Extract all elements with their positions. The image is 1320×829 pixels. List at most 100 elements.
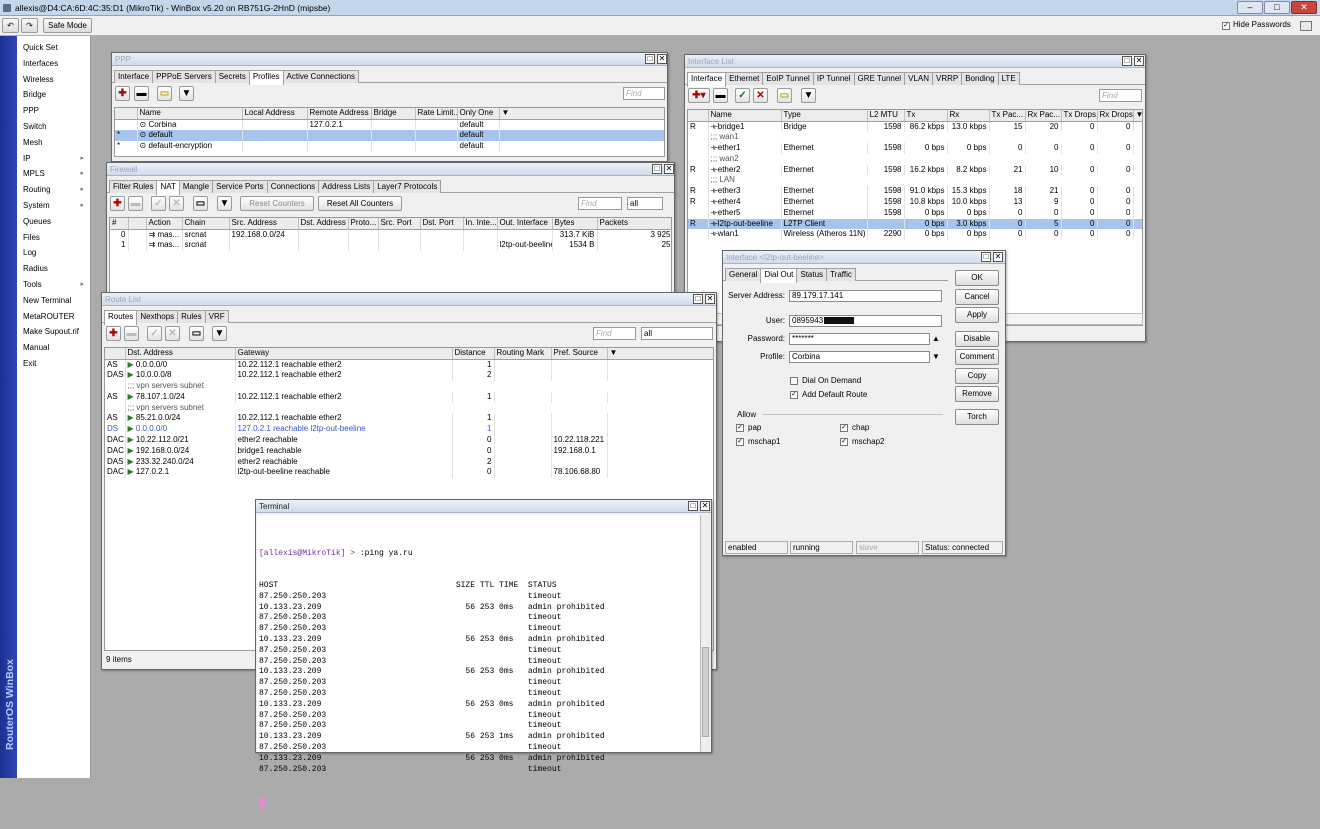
tab-rules[interactable]: Rules bbox=[177, 310, 206, 323]
header-menu-icon[interactable]: ▼ bbox=[1133, 110, 1142, 122]
add-icon[interactable]: ✚ bbox=[106, 326, 121, 341]
dial-on-demand-checkbox[interactable] bbox=[790, 377, 798, 385]
iflist-find-input[interactable]: Find bbox=[1099, 89, 1142, 102]
hide-passwords-checkbox[interactable]: ✓ bbox=[1222, 22, 1230, 30]
column-header[interactable]: Tx Pac... bbox=[989, 110, 1026, 122]
tab-nexthops[interactable]: Nexthops bbox=[136, 310, 179, 323]
column-header[interactable]: Gateway bbox=[235, 348, 453, 360]
sidebar-item-bridge[interactable]: Bridge bbox=[17, 87, 90, 103]
cancel-button[interactable]: Cancel bbox=[955, 289, 999, 305]
terminal-maximize-icon[interactable]: □ bbox=[688, 501, 698, 511]
ppp-close-icon[interactable]: ✕ bbox=[657, 54, 667, 64]
enable-icon[interactable]: ✓ bbox=[147, 326, 162, 341]
sidebar-item-mesh[interactable]: Mesh bbox=[17, 135, 90, 151]
terminal-output[interactable]: [allexis@MikroTik] > :ping ya.ru HOST SI… bbox=[257, 515, 700, 807]
mschap1-checkbox[interactable]: ✓ bbox=[736, 438, 744, 446]
comment-icon[interactable]: ▭ bbox=[777, 88, 792, 103]
apply-button[interactable]: Apply bbox=[955, 307, 999, 323]
redo-icon[interactable]: ↷ bbox=[21, 18, 38, 33]
sidebar-item-mpls[interactable]: MPLS ▸ bbox=[17, 166, 90, 182]
column-header[interactable]: Local Address bbox=[242, 108, 308, 120]
column-header[interactable]: Name bbox=[137, 108, 243, 120]
table-row[interactable]: R ⟛ether2 Ethernet 1598 16.2 kbps 8.2 kbps 21 1… bbox=[688, 164, 1142, 176]
comment-row[interactable]: ;;; wan2 bbox=[688, 153, 1142, 165]
tab-pppoe-servers[interactable]: PPPoE Servers bbox=[152, 70, 216, 83]
enable-icon[interactable]: ✓ bbox=[151, 196, 166, 211]
filter-icon[interactable]: ▼ bbox=[801, 88, 816, 103]
sidebar-item-new-terminal[interactable]: New Terminal bbox=[17, 293, 90, 309]
torch-button[interactable]: Torch bbox=[955, 409, 999, 425]
filter-icon[interactable]: ▼ bbox=[212, 326, 227, 341]
comment-button[interactable]: Comment bbox=[955, 349, 999, 365]
column-header[interactable]: Proto... bbox=[348, 218, 379, 230]
tab-active-connections[interactable]: Active Connections bbox=[282, 70, 360, 83]
table-row[interactable]: AS ▶ 85.21.0.0/24 10.22.112.1 reachable et… bbox=[105, 413, 713, 425]
sidebar-item-radius[interactable]: Radius bbox=[17, 261, 90, 277]
comment-row[interactable]: ;;; LAN bbox=[688, 175, 1142, 187]
table-row[interactable]: R ⟛l2tp-out-beeline L2TP Client 0 bps 3.0 kb… bbox=[688, 218, 1142, 230]
column-header[interactable]: Rx Drops bbox=[1097, 110, 1134, 122]
tab-gre-tunnel[interactable]: GRE Tunnel bbox=[853, 72, 906, 85]
column-header[interactable]: Only One bbox=[457, 108, 500, 120]
comment-icon[interactable]: ▭ bbox=[189, 326, 204, 341]
column-header[interactable]: Tx Drops bbox=[1061, 110, 1098, 122]
table-row[interactable]: ⟛wlan1 Wireless (Atheros 11N) 2290 0 bps 0 b… bbox=[688, 229, 1142, 241]
sidebar-item-make-supout-rif[interactable]: Make Supout.rif bbox=[17, 324, 90, 340]
add-dropdown-icon[interactable]: ✚▾ bbox=[688, 88, 710, 103]
tab-mangle[interactable]: Mangle bbox=[178, 180, 214, 193]
table-row[interactable]: AS ▶ 0.0.0.0/0 10.22.112.1 reachable ether… bbox=[105, 359, 713, 371]
sidebar-item-ip[interactable]: IP ▸ bbox=[17, 151, 90, 167]
table-row[interactable]: R ⟛bridge1 Bridge 1598 86.2 kbps 13.0 kbps 15 2… bbox=[688, 121, 1142, 133]
table-row[interactable]: DAC ▶ 127.0.2.1 l2tp-out-beeline reachable… bbox=[105, 467, 713, 479]
column-header[interactable]: Out. Interface bbox=[497, 218, 553, 230]
ok-button[interactable]: OK bbox=[955, 270, 999, 286]
tab-interface[interactable]: Interface bbox=[114, 70, 154, 83]
table-row[interactable]: DS ▶ 0.0.0.0/0 127.0.2.1 reachable l2tp-ou… bbox=[105, 424, 713, 436]
chap-checkbox[interactable]: ✓ bbox=[840, 424, 848, 432]
tab-vlan[interactable]: VLAN bbox=[904, 72, 933, 85]
ppp-find-input[interactable]: Find bbox=[623, 87, 665, 100]
profile-select[interactable]: Corbina bbox=[789, 351, 930, 363]
table-row[interactable]: * ⊙ default default bbox=[115, 130, 664, 142]
column-header[interactable]: Dst. Address bbox=[125, 348, 236, 360]
column-header[interactable]: Distance bbox=[452, 348, 495, 360]
sidebar-item-ppp[interactable]: PPP bbox=[17, 103, 90, 119]
sidebar-item-metarouter[interactable]: MetaROUTER bbox=[17, 309, 90, 325]
column-header[interactable]: Routing Mark bbox=[494, 348, 552, 360]
column-header[interactable]: Src. Port bbox=[378, 218, 421, 230]
column-header[interactable]: Rx bbox=[947, 110, 990, 122]
table-row[interactable]: DAS ▶ 233.32.240.0/24 ether2 reachable 2 bbox=[105, 456, 713, 468]
terminal-scroll-thumb[interactable] bbox=[702, 647, 709, 737]
column-header[interactable]: L2 MTU bbox=[867, 110, 905, 122]
tab-lte[interactable]: LTE bbox=[997, 72, 1020, 85]
column-header[interactable]: Name bbox=[708, 110, 782, 122]
tab-eoip-tunnel[interactable]: EoIP Tunnel bbox=[762, 72, 814, 85]
tab-general[interactable]: General bbox=[725, 268, 762, 281]
firewall-maximize-icon[interactable]: □ bbox=[652, 164, 662, 174]
column-header[interactable]: Packets bbox=[597, 218, 671, 230]
pap-checkbox[interactable]: ✓ bbox=[736, 424, 744, 432]
dialog-close-icon[interactable]: ✕ bbox=[993, 252, 1003, 262]
firewall-close-icon[interactable]: ✕ bbox=[664, 164, 674, 174]
tab-filter-rules[interactable]: Filter Rules bbox=[109, 180, 158, 193]
tab-traffic[interactable]: Traffic bbox=[826, 268, 856, 281]
column-header[interactable]: In. Inte... bbox=[463, 218, 498, 230]
column-header[interactable]: Type bbox=[781, 110, 868, 122]
table-row[interactable]: 0 ⇉ mas... srcnat 192.168.0.0/24 313.7 KiB 3 … bbox=[110, 229, 671, 241]
add-icon[interactable]: ✚ bbox=[110, 196, 125, 211]
sidebar-item-exit[interactable]: Exit bbox=[17, 356, 90, 372]
table-row[interactable]: AS ▶ 78.107.1.0/24 10.22.112.1 reachable e… bbox=[105, 391, 713, 403]
tab-dial-out[interactable]: Dial Out bbox=[760, 268, 798, 283]
profile-dropdown-icon[interactable]: ▼ bbox=[932, 352, 940, 361]
table-row[interactable]: DAS ▶ 10.0.0.0/8 10.22.112.1 reachable eth… bbox=[105, 370, 713, 382]
column-header[interactable]: Action bbox=[146, 218, 183, 230]
disable-icon[interactable]: ✕ bbox=[165, 326, 180, 341]
terminal-scrollbar[interactable] bbox=[700, 515, 710, 752]
copy-button[interactable]: Copy bbox=[955, 368, 999, 384]
ppp-maximize-icon[interactable]: □ bbox=[645, 54, 655, 64]
column-header[interactable]: Dst. Address bbox=[298, 218, 349, 230]
column-header[interactable]: Remote Address bbox=[307, 108, 372, 120]
column-header[interactable]: Bridge bbox=[371, 108, 416, 120]
table-row[interactable]: ⟛ether1 Ethernet 1598 0 bps 0 bps 0 0 0 0 bbox=[688, 143, 1142, 154]
reset-all-counters-button[interactable]: Reset All Counters bbox=[318, 196, 402, 211]
